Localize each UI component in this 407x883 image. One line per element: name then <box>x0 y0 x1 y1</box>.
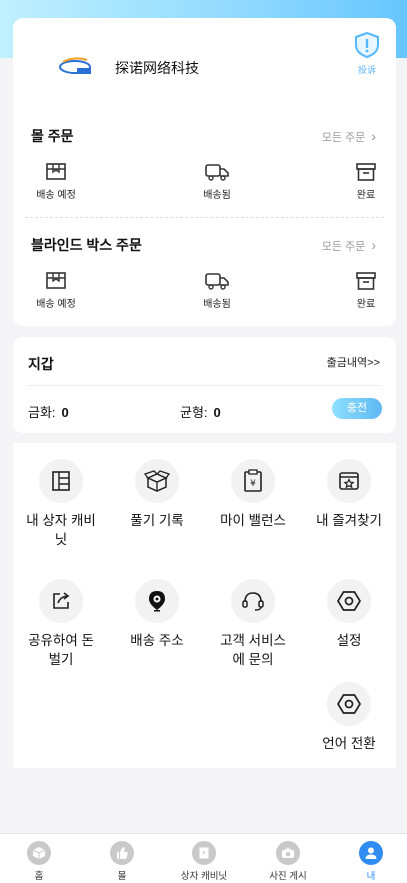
mall-status-completed[interactable]: 완료 <box>326 162 406 201</box>
wallet-divider <box>27 385 382 386</box>
tab-me[interactable]: 내 <box>336 841 406 882</box>
menu-item-share-earn[interactable]: 공유하여 돈 벌기 <box>16 579 106 669</box>
blind-status-shipped[interactable]: 배송됨 <box>177 271 257 310</box>
mall-orders-title: 몰 주문 <box>31 128 74 144</box>
menu-item-label: 고객 서비스에 문의 <box>220 633 286 667</box>
truck-icon <box>205 164 229 181</box>
blind-box-orders-all-label: 모든 주문 <box>321 241 366 253</box>
tab-mall[interactable]: 몰 <box>87 841 157 882</box>
shield-alert-icon <box>355 31 379 59</box>
wallet-card: 지갑 출금내역>> 금화: 0 균형: 0 충전 <box>13 337 396 433</box>
company-name: 探诺网络科技 <box>115 60 199 76</box>
complain-button[interactable]: 投诉 <box>352 30 382 76</box>
wallet-title: 지갑 <box>28 356 54 372</box>
open-box-icon <box>144 470 170 492</box>
menu-item-language[interactable]: 언어 전환 <box>304 682 394 753</box>
chevron-right-icon: › <box>371 128 376 144</box>
blind-status-shipped-label: 배송됨 <box>203 299 231 310</box>
orders-card: 探诺网络科技 投诉 몰 주문 모든 주문 › 배송 예정 배송됨 완료 블라인드… <box>13 18 396 326</box>
section-divider <box>25 217 384 218</box>
truck-icon <box>205 273 229 290</box>
withdraw-history-link[interactable]: 출금내역>> <box>327 354 380 370</box>
mall-orders-all-label: 모든 주문 <box>321 132 366 144</box>
location-pin-icon <box>149 591 165 612</box>
cabinet-icon <box>52 471 70 491</box>
tab-label: 상자 캐비닛 <box>180 871 228 882</box>
mall-status-pending-label: 배송 예정 <box>36 190 76 201</box>
tab-label: 홈 <box>34 871 44 882</box>
settings-hex-icon <box>337 591 361 611</box>
camera-icon <box>282 848 294 858</box>
tab-photo-post[interactable]: 사진 게시 <box>253 841 323 882</box>
menu-item-label: 공유하여 돈 벌기 <box>28 633 94 667</box>
blind-status-completed-label: 완료 <box>356 299 376 310</box>
tab-label: 사진 게시 <box>269 871 307 882</box>
headset-icon <box>242 592 264 611</box>
menu-card: 내 상자 캐비닛 풀기 기록 ¥ 마이 밸런스 내 즐겨찾기 공유하여 돈 벌기… <box>13 443 396 768</box>
balance-clipboard-icon: ¥ <box>244 469 262 492</box>
menu-item-label: 내 상자 캐비닛 <box>26 513 96 547</box>
cube-icon <box>32 847 46 859</box>
menu-item-customer-service[interactable]: 고객 서비스에 문의 <box>208 579 298 669</box>
menu-item-label: 배송 주소 <box>130 633 184 648</box>
gold-coin-label: 금화: <box>28 405 56 420</box>
chevron-right-icon: › <box>371 237 376 253</box>
tab-label: 내 <box>366 871 376 882</box>
gold-coin-field: 금화: 0 <box>28 402 69 421</box>
gold-coin-value: 0 <box>61 405 69 420</box>
menu-item-box-cabinet[interactable]: 내 상자 캐비닛 <box>16 459 106 549</box>
menu-item-shipping-address[interactable]: 배송 주소 <box>112 579 202 650</box>
menu-item-label: 언어 전환 <box>322 736 376 751</box>
menu-item-settings[interactable]: 설정 <box>304 579 394 650</box>
menu-item-label: 내 즐겨찾기 <box>316 513 382 528</box>
menu-item-label: 풀기 기록 <box>130 513 184 528</box>
menu-item-open-record[interactable]: 풀기 기록 <box>112 459 202 530</box>
blind-box-orders-title: 블라인드 박스 주문 <box>31 237 142 253</box>
language-hex-icon <box>337 694 361 714</box>
package-icon <box>46 163 66 180</box>
archive-box-icon <box>356 272 376 290</box>
share-icon <box>53 592 70 609</box>
tab-label: 몰 <box>117 871 127 882</box>
mall-status-pending[interactable]: 배송 예정 <box>16 162 96 201</box>
menu-item-favorites[interactable]: 내 즐겨찾기 <box>304 459 394 530</box>
blind-box-orders-all-link[interactable]: 모든 주문 › <box>322 237 376 254</box>
user-icon <box>365 847 377 859</box>
balance-value: 0 <box>213 405 221 420</box>
charge-button[interactable]: 충전 <box>332 398 382 419</box>
bottom-tab-bar: 홈 몰 상자 캐비닛 사진 게시 내 <box>0 833 407 883</box>
svg-text:¥: ¥ <box>250 479 256 489</box>
menu-item-my-balance[interactable]: ¥ 마이 밸런스 <box>208 459 298 530</box>
complain-label: 投诉 <box>357 65 376 75</box>
mall-status-shipped-label: 배송됨 <box>203 190 231 201</box>
package-icon <box>46 272 66 289</box>
blind-status-pending[interactable]: 배송 예정 <box>16 271 96 310</box>
blind-status-completed[interactable]: 완료 <box>326 271 406 310</box>
tab-home[interactable]: 홈 <box>4 841 74 882</box>
thumbs-up-icon <box>117 847 128 859</box>
mall-status-completed-label: 완료 <box>356 190 376 201</box>
cabinet-icon <box>199 847 209 859</box>
balance-label: 균형: <box>180 405 208 420</box>
archive-box-icon <box>356 163 376 181</box>
mall-orders-all-link[interactable]: 모든 주문 › <box>322 128 376 145</box>
blind-status-pending-label: 배송 예정 <box>36 299 76 310</box>
company-logo <box>57 54 97 80</box>
balance-field: 균형: 0 <box>180 402 221 421</box>
tab-box-cabinet[interactable]: 상자 캐비닛 <box>169 841 239 882</box>
menu-item-label: 설정 <box>336 633 362 648</box>
mall-status-shipped[interactable]: 배송됨 <box>177 162 257 201</box>
favorites-icon <box>339 472 359 490</box>
menu-item-label: 마이 밸런스 <box>220 513 286 528</box>
